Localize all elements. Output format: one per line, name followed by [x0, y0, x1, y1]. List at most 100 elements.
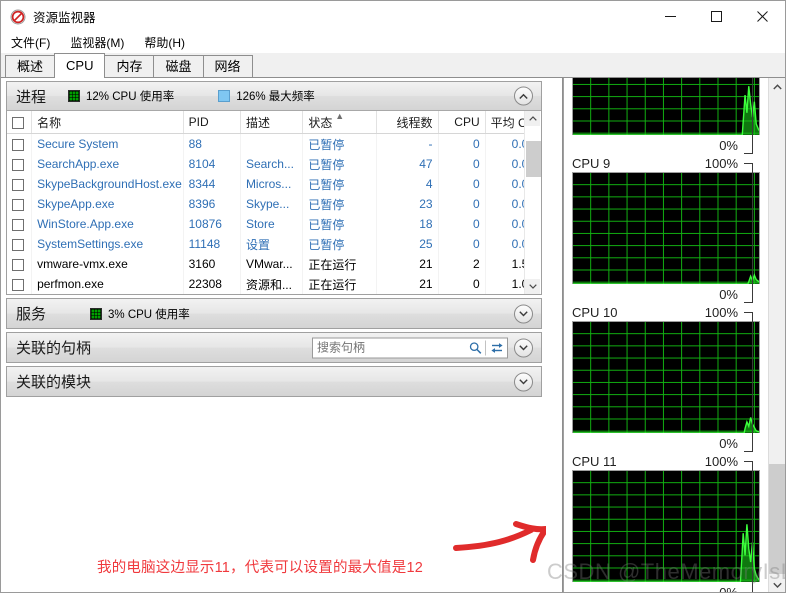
- row-checkbox[interactable]: [12, 258, 24, 271]
- cpu-pane-scrollbar[interactable]: [768, 78, 785, 592]
- panel-processes-title: 进程: [16, 88, 47, 106]
- handle-search-box[interactable]: [312, 337, 508, 358]
- panel-modules-expand-button[interactable]: [514, 372, 533, 391]
- panel-services-header[interactable]: 服务 3% CPU 使用率: [7, 299, 541, 328]
- cpu-scroll-up-button[interactable]: [769, 78, 785, 95]
- search-button[interactable]: [465, 338, 486, 357]
- cell-cpu: 0: [438, 194, 486, 214]
- panel-handles-expand-button[interactable]: [514, 338, 533, 357]
- close-button[interactable]: [739, 1, 785, 32]
- cpu-usage-line: [573, 173, 759, 284]
- menu-monitor[interactable]: 监视器(M): [68, 33, 126, 52]
- row-checkbox-cell[interactable]: [7, 174, 33, 194]
- cell-status: 已暂停: [302, 133, 378, 154]
- cell-cpu: 0: [438, 274, 486, 294]
- column-header-cpu[interactable]: CPU: [438, 111, 486, 134]
- column-header-name[interactable]: 名称: [31, 111, 184, 134]
- process-scroll-down-button[interactable]: [525, 279, 540, 294]
- column-header-description[interactable]: 描述: [240, 111, 304, 134]
- row-checkbox[interactable]: [12, 198, 24, 211]
- table-row[interactable]: perfmon.exe 22308 资源和... 正在运行 21 0 1.06: [7, 274, 541, 294]
- row-checkbox[interactable]: [12, 158, 24, 171]
- tab-strip: 概述 CPU 内存 磁盘 网络: [1, 53, 785, 78]
- panel-modules-header[interactable]: 关联的模块: [7, 367, 541, 396]
- row-checkbox[interactable]: [12, 278, 24, 291]
- column-header-threads[interactable]: 线程数: [376, 111, 439, 134]
- select-all-checkbox[interactable]: [12, 116, 24, 129]
- column-header-status-label: 状态: [308, 115, 333, 130]
- cpu-usage-line: [573, 78, 759, 135]
- row-checkbox-cell[interactable]: [7, 214, 33, 234]
- cpu-min-label: 0%: [719, 584, 738, 593]
- cpu-scroll-down-button[interactable]: [769, 576, 785, 592]
- tab-cpu[interactable]: CPU: [54, 53, 106, 78]
- menu-help[interactable]: 帮助(H): [142, 33, 187, 52]
- content-area: 进程 12% CPU 使用率 126% 最大频率 名称 PID 描述 ▲ 状态 …: [1, 78, 785, 593]
- cpu-core-label: CPU 10: [572, 305, 618, 320]
- blue-swatch-icon: [218, 90, 231, 102]
- row-checkbox[interactable]: [12, 178, 24, 191]
- cpu-range-bracket: [744, 461, 753, 592]
- row-checkbox[interactable]: [12, 138, 24, 151]
- tab-disk[interactable]: 磁盘: [153, 55, 204, 77]
- minimize-button[interactable]: [647, 1, 693, 32]
- table-row[interactable]: vmware-vmx.exe 3160 VMwar... 正在运行 21 2 1…: [7, 254, 541, 274]
- table-row[interactable]: SkypeBackgroundHost.exe 8344 Micros... 已…: [7, 174, 541, 194]
- row-checkbox-cell[interactable]: [7, 154, 33, 174]
- column-header-pid[interactable]: PID: [183, 111, 241, 134]
- refresh-button[interactable]: [486, 338, 507, 357]
- cell-status: 已暂停: [302, 214, 378, 234]
- cpu-scroll-thumb[interactable]: [769, 464, 785, 574]
- panel-processes: 进程 12% CPU 使用率 126% 最大频率 名称 PID 描述 ▲ 状态 …: [6, 81, 542, 295]
- green-swatch-icon: [68, 90, 81, 102]
- cell-status: 正在运行: [302, 254, 378, 274]
- tab-network[interactable]: 网络: [202, 55, 253, 77]
- table-row[interactable]: SkypeApp.exe 8396 Skype... 已暂停 23 0 0.00: [7, 194, 541, 214]
- row-checkbox-cell[interactable]: [7, 274, 33, 294]
- cell-name: Secure System: [31, 133, 184, 154]
- column-header-status[interactable]: ▲ 状态: [302, 111, 378, 134]
- row-checkbox-cell[interactable]: [7, 133, 33, 154]
- process-table-body: Secure System 88 已暂停 - 0 0.00 SearchApp.: [7, 133, 541, 294]
- cpu-graph-zero-label-row: 0%: [572, 135, 760, 155]
- process-table-scrollbar[interactable]: [524, 111, 541, 294]
- menu-file[interactable]: 文件(F): [9, 33, 52, 52]
- panel-modules-title: 关联的模块: [16, 374, 92, 391]
- cell-name: SkypeBackgroundHost.exe: [31, 174, 184, 194]
- process-scroll-up-button[interactable]: [525, 111, 540, 126]
- panel-processes-header[interactable]: 进程 12% CPU 使用率 126% 最大频率: [7, 82, 541, 111]
- services-cpu-stat-label: 3% CPU 使用率: [108, 308, 190, 321]
- table-row[interactable]: Secure System 88 已暂停 - 0 0.00: [7, 133, 541, 154]
- cell-threads: 21: [376, 274, 439, 294]
- process-scroll-thumb[interactable]: [526, 141, 541, 177]
- row-checkbox-cell[interactable]: [7, 254, 33, 274]
- cpu-max-label: 100%: [704, 454, 738, 469]
- processes-cpu-stat: 12% CPU 使用率: [68, 88, 174, 104]
- cpu-graph-list: 100% 0% CPU 9: [563, 78, 769, 593]
- row-checkbox[interactable]: [12, 218, 24, 231]
- search-input[interactable]: [313, 338, 465, 357]
- tab-memory[interactable]: 内存: [104, 55, 155, 77]
- row-checkbox-cell[interactable]: [7, 234, 33, 254]
- row-checkbox-cell[interactable]: [7, 194, 33, 214]
- cell-pid: 10876: [183, 214, 241, 234]
- table-row[interactable]: SearchApp.exe 8104 Search... 已暂停 47 0 0.…: [7, 154, 541, 174]
- left-pane-scrollbar[interactable]: [546, 78, 547, 592]
- maximize-icon: [710, 11, 722, 22]
- table-row[interactable]: SystemSettings.exe 11148 设置 已暂停 25 0 0.0…: [7, 234, 541, 254]
- cpu-core-label: CPU 9: [572, 156, 611, 171]
- row-checkbox[interactable]: [12, 238, 24, 251]
- chevron-down-icon: [519, 311, 528, 317]
- maximize-button[interactable]: [693, 1, 739, 32]
- panel-handles-header[interactable]: 关联的句柄: [7, 333, 541, 362]
- panel-processes-collapse-button[interactable]: [514, 86, 533, 106]
- tab-overview[interactable]: 概述: [5, 55, 56, 77]
- select-all-header[interactable]: [7, 111, 33, 134]
- refresh-arrows-icon: [491, 342, 503, 353]
- panel-services: 服务 3% CPU 使用率: [6, 298, 542, 329]
- table-row[interactable]: WinStore.App.exe 10876 Store 已暂停 18 0 0.…: [7, 214, 541, 234]
- cell-name: SystemSettings.exe: [31, 234, 184, 254]
- panel-services-expand-button[interactable]: [514, 304, 533, 323]
- panel-modules: 关联的模块: [6, 366, 542, 397]
- cpu-graph-zero-label-row: 0%: [572, 582, 760, 593]
